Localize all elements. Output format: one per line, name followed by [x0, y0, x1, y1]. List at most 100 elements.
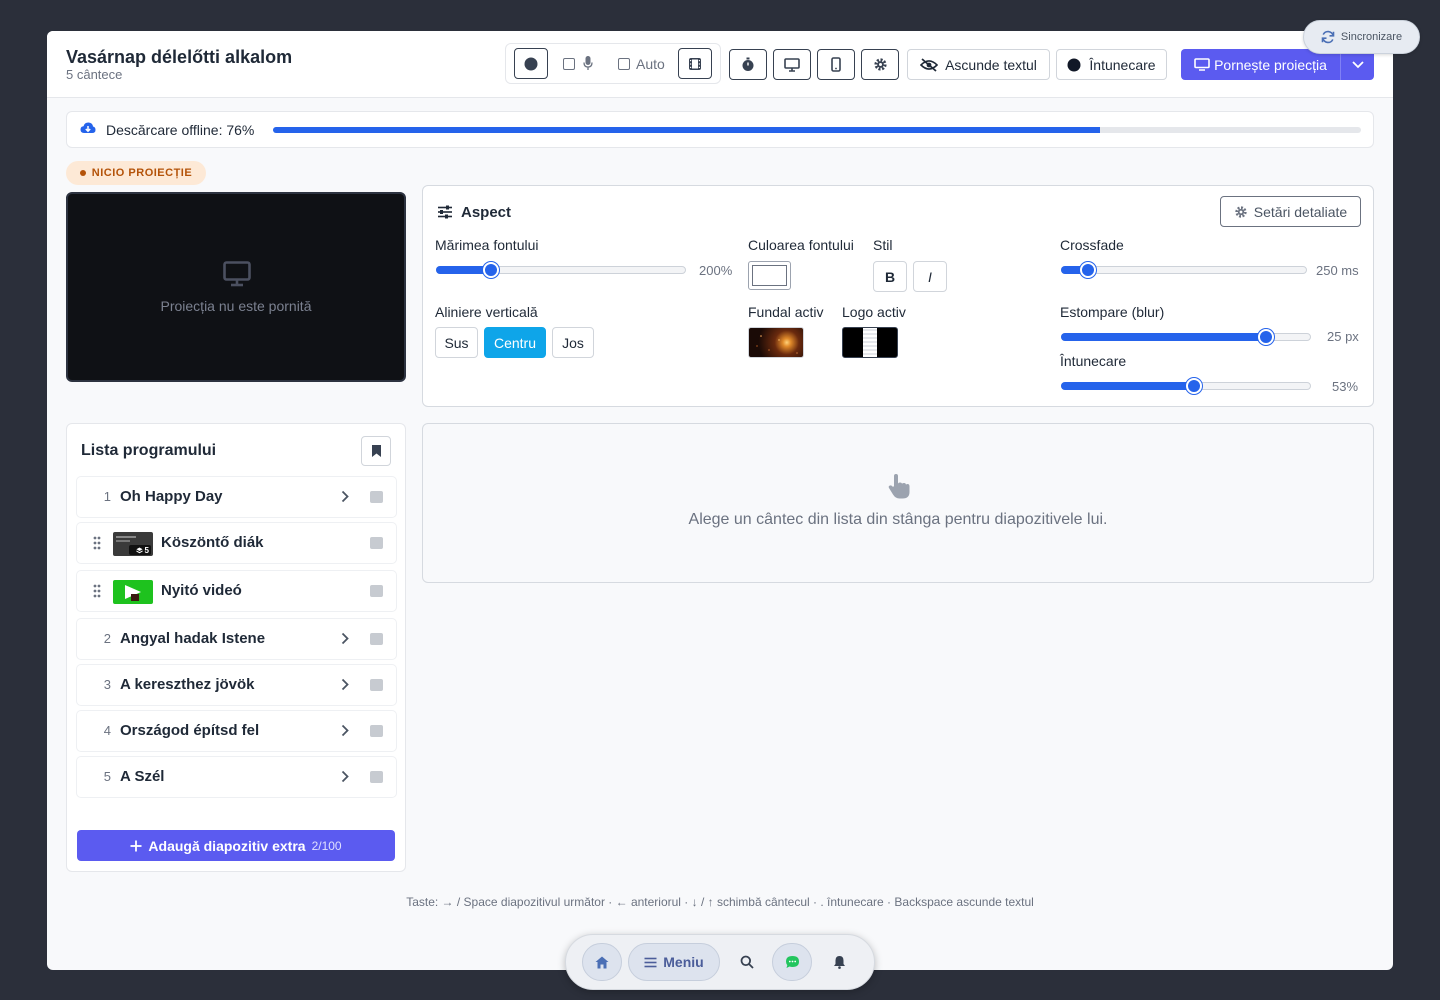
detailed-settings-label: Setări detaliate	[1253, 203, 1348, 220]
note-icon[interactable]	[370, 771, 383, 783]
blur-label: Estompare (blur)	[1060, 304, 1165, 320]
sparkle-icon	[756, 335, 798, 354]
program-list-title: Lista programului	[81, 442, 217, 459]
list-item[interactable]: 5 A Szél	[77, 757, 396, 797]
bottom-dock: Meniu	[565, 934, 875, 990]
align-bottom-button[interactable]: Jos	[552, 327, 594, 358]
align-top-label: Sus	[444, 334, 469, 351]
font-color-value	[752, 265, 787, 286]
add-extra-slide-label: Adaugă diapozitiv extra	[148, 837, 306, 854]
note-icon[interactable]	[370, 633, 383, 645]
crossfade-slider-thumb[interactable]	[1080, 262, 1097, 278]
aspect-panel: Aspect Setări detaliate Mărimea fontului…	[422, 185, 1374, 407]
projection-status-text: NICIO PROIECȚIE	[91, 167, 193, 179]
bold-button[interactable]: B	[873, 261, 907, 292]
sliders-icon	[438, 205, 452, 219]
bookmark-button[interactable]	[361, 436, 391, 466]
dim-slider[interactable]	[1061, 378, 1311, 394]
note-icon[interactable]	[370, 491, 383, 503]
chevron-right-icon[interactable]	[341, 490, 349, 503]
item-number: 5	[103, 769, 111, 784]
darken-button[interactable]: Întunecare	[1056, 49, 1167, 80]
background-thumbnail[interactable]	[748, 327, 804, 358]
film-button[interactable]	[678, 48, 712, 79]
chevron-right-icon[interactable]	[341, 724, 349, 737]
italic-button[interactable]: I	[913, 261, 947, 292]
status-dot-icon	[79, 170, 86, 176]
darken-label: Întunecare	[1089, 56, 1156, 73]
hide-text-label: Ascunde textul	[945, 56, 1037, 73]
search-button[interactable]	[728, 943, 766, 981]
monitor-icon	[1194, 58, 1210, 71]
page-title: Vasárnap délelőtti alkalom	[66, 47, 293, 67]
align-top-button[interactable]: Sus	[435, 327, 478, 358]
note-icon[interactable]	[370, 585, 383, 597]
header-bar: Vasárnap délelőtti alkalom 5 cântece Aut…	[47, 31, 1393, 98]
sync-button[interactable]: Sincronizare	[1303, 20, 1420, 54]
record-button[interactable]	[514, 48, 548, 79]
hide-text-button[interactable]: Ascunde textul	[907, 49, 1050, 80]
mic-checkbox[interactable]	[563, 58, 575, 70]
desktop-view-button[interactable]	[773, 49, 811, 80]
font-color-label: Culoarea fontului	[748, 237, 854, 253]
slide-count-badge: 5	[144, 545, 149, 555]
empty-state-text: Alege un cântec din lista din stânga pen…	[688, 511, 1108, 528]
background-label: Fundal activ	[748, 304, 824, 320]
menu-button[interactable]: Meniu	[628, 943, 720, 981]
control-group: Auto	[505, 43, 721, 84]
font-size-slider-thumb[interactable]	[483, 262, 499, 278]
chat-icon	[785, 956, 799, 968]
chevron-right-icon[interactable]	[341, 678, 349, 691]
chat-button[interactable]	[772, 943, 812, 981]
align-center-button[interactable]: Centru	[484, 327, 546, 358]
play-icon	[125, 585, 141, 601]
crossfade-slider[interactable]	[1061, 262, 1307, 278]
item-name: A kereszthez jövök	[120, 676, 255, 693]
dim-slider-thumb[interactable]	[1185, 378, 1202, 394]
chevron-right-icon[interactable]	[341, 770, 349, 783]
drag-handle-icon[interactable]	[93, 584, 101, 598]
settings-button[interactable]	[861, 49, 899, 80]
add-extra-slide-button[interactable]: Adaugă diapozitiv extra 2/100	[77, 830, 395, 861]
notifications-button[interactable]	[820, 943, 858, 981]
desktop-icon	[784, 57, 800, 72]
download-status: Descărcare offline: 76%	[106, 122, 255, 138]
bold-label: B	[884, 268, 896, 285]
aspect-title: Aspect	[461, 204, 512, 221]
home-icon	[595, 956, 609, 968]
font-color-swatch[interactable]	[748, 261, 791, 290]
mobile-view-button[interactable]	[817, 49, 855, 80]
timer-button[interactable]	[729, 49, 767, 80]
dim-label: Întunecare	[1060, 353, 1127, 369]
list-item[interactable]: 1 Oh Happy Day	[77, 477, 396, 517]
logo-thumbnail[interactable]	[842, 327, 898, 358]
item-name: Országod építsd fel	[120, 722, 260, 739]
menu-label: Meniu	[663, 954, 704, 970]
detailed-settings-button[interactable]: Setări detaliate	[1220, 196, 1361, 227]
home-button[interactable]	[582, 943, 622, 981]
list-item[interactable]: Nyitó videó	[77, 571, 396, 611]
chevron-right-icon[interactable]	[341, 632, 349, 645]
sync-label: Sincronizare	[1340, 31, 1403, 43]
list-item[interactable]: 4 Országod építsd fel	[77, 711, 396, 751]
list-item[interactable]: 5 Köszöntő diák	[77, 523, 396, 563]
list-item[interactable]: 2 Angyal hadak Istene	[77, 619, 396, 659]
cloud-download-icon	[80, 122, 96, 133]
blur-slider[interactable]	[1061, 329, 1311, 345]
dark-circle-icon	[1067, 58, 1081, 71]
blur-value: 25 px	[1327, 329, 1359, 344]
layers-icon	[135, 546, 143, 553]
list-item[interactable]: 3 A kereszthez jövök	[77, 665, 396, 705]
blur-slider-thumb[interactable]	[1258, 329, 1274, 345]
note-icon[interactable]	[370, 537, 383, 549]
start-projection-label: Pornește proiecția	[1214, 56, 1327, 73]
auto-checkbox[interactable]	[618, 58, 630, 70]
note-icon[interactable]	[370, 679, 383, 691]
search-icon	[740, 955, 754, 969]
font-size-slider[interactable]	[436, 262, 686, 278]
vertical-align-label: Aliniere verticală	[435, 304, 538, 320]
slides-thumbnail: 5	[113, 532, 153, 556]
note-icon[interactable]	[370, 725, 383, 737]
drag-handle-icon[interactable]	[93, 536, 101, 550]
bookmark-icon	[371, 445, 381, 457]
